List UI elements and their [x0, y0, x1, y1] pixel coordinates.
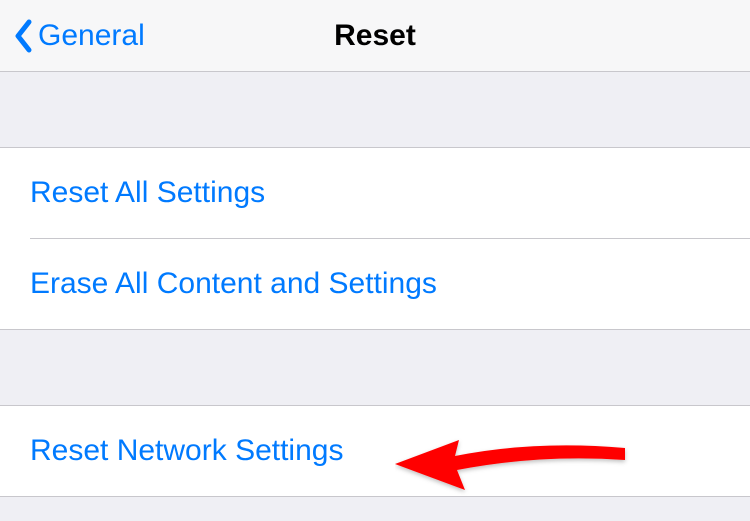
section-spacer [0, 72, 750, 147]
page-title: Reset [334, 19, 416, 53]
settings-section: Reset Network Settings [0, 405, 750, 497]
reset-network-settings-cell[interactable]: Reset Network Settings [0, 406, 750, 496]
navigation-bar: General Reset [0, 0, 750, 72]
back-button-label: General [38, 19, 145, 53]
reset-all-settings-cell[interactable]: Reset All Settings [0, 148, 750, 238]
section-spacer [0, 330, 750, 405]
chevron-left-icon [14, 19, 34, 53]
erase-all-content-cell[interactable]: Erase All Content and Settings [0, 239, 750, 329]
settings-section: Reset All Settings Erase All Content and… [0, 147, 750, 330]
back-button[interactable]: General [0, 19, 145, 53]
